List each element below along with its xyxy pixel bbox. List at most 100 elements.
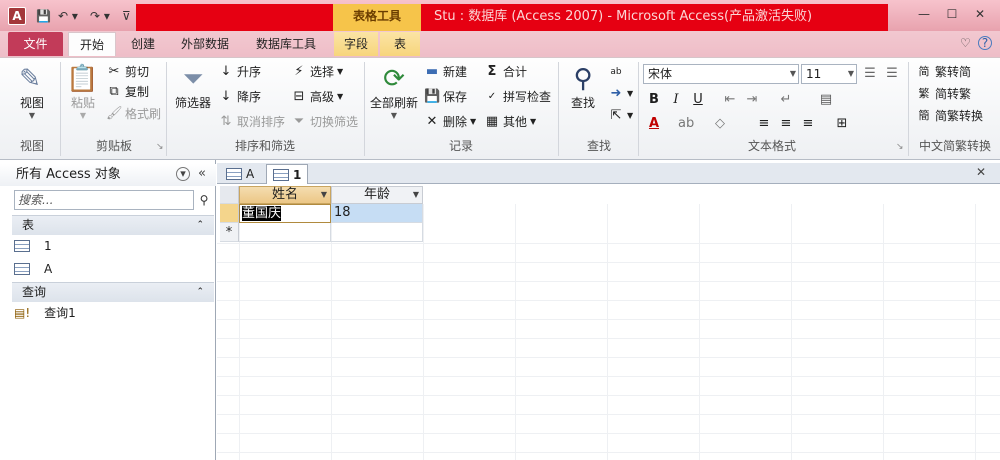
customize-qat-icon[interactable]: ⊽ (122, 8, 131, 24)
close-window-button[interactable]: ✕ (970, 6, 990, 22)
dialog-launcher-icon[interactable]: ↘ (896, 142, 904, 152)
table-cell-name[interactable]: 董国庆 (239, 204, 331, 223)
nav-search-input[interactable]: 搜索... (14, 190, 194, 210)
select-all-corner[interactable] (220, 186, 239, 204)
table-cell-age[interactable]: 18 (331, 204, 423, 223)
group-divider (908, 62, 909, 156)
paste-button[interactable]: 📋 粘贴 ▼ (66, 64, 100, 134)
new-row-cell[interactable] (239, 223, 331, 242)
doc-tab-label: 1 (293, 167, 302, 182)
more-button[interactable]: ▦ 其他 ▼ (484, 114, 536, 130)
selected-text: 董国庆 (242, 206, 282, 221)
tab-database-tools[interactable]: 数据库工具 (248, 32, 324, 56)
find-button[interactable]: ⚲ 查找 (564, 64, 602, 134)
save-icon[interactable]: 💾 (36, 8, 51, 24)
more-label: 其他 (503, 115, 528, 129)
sort-descending-button[interactable]: ↓ 降序 (218, 89, 261, 105)
tab-table[interactable]: 表 (380, 32, 420, 56)
replace-button[interactable]: ab (608, 64, 624, 80)
shutter-bar-close-icon[interactable]: « (198, 166, 206, 181)
dialog-launcher-icon[interactable]: ↘ (156, 142, 164, 152)
align-right-icon[interactable]: ≡ (800, 116, 816, 132)
minimize-button[interactable]: — (914, 6, 934, 22)
to-traditional-label: 简转繁 (935, 87, 972, 101)
chevron-down-icon: ▼ (28, 111, 36, 120)
table-grid-icon[interactable]: ⊞ (834, 116, 850, 132)
nav-item-table-1[interactable]: 1 (14, 235, 52, 257)
nav-item-table-a[interactable]: A (14, 258, 52, 280)
align-center-icon[interactable]: ≡ (778, 116, 794, 132)
tab-file[interactable]: 文件 (8, 32, 63, 56)
delete-record-button[interactable]: ✕ 删除 ▼ (424, 114, 477, 130)
record-selector[interactable] (220, 204, 239, 223)
bullet-list-icon[interactable]: ☰ (862, 66, 878, 82)
table-icon (14, 263, 30, 275)
totals-button[interactable]: Σ 合计 (484, 64, 527, 80)
convert-button[interactable]: 簡简繁转换 (916, 108, 984, 124)
selection-button[interactable]: ⚡ 选择 ▼ (291, 64, 343, 80)
search-icon[interactable]: ⚲ (196, 190, 212, 210)
remove-sort-button[interactable]: ⇅ 取消排序 (218, 114, 285, 130)
advanced-label: 高级 (310, 90, 335, 104)
underline-icon[interactable]: U (690, 92, 706, 108)
paste-label: 粘贴 (70, 96, 95, 110)
redo-icon[interactable]: ↷ ▾ (90, 8, 110, 24)
numbered-list-icon[interactable]: ☰ (884, 66, 900, 82)
new-row-cell[interactable] (331, 223, 423, 242)
to-simplified-button[interactable]: 简繁转简 (916, 64, 972, 80)
increase-indent-icon[interactable]: ⇥ (744, 92, 760, 108)
nav-item-query-1[interactable]: ▤! 查询1 (14, 302, 76, 324)
doc-tab-1[interactable]: 1 (266, 164, 309, 184)
refresh-label: 全部刷新 (369, 96, 418, 110)
save-record-button[interactable]: 💾 保存 (424, 89, 467, 105)
new-record-selector[interactable]: * (220, 223, 239, 242)
to-traditional-button[interactable]: 繁简转繁 (916, 86, 972, 102)
filter-button[interactable]: ⏷ 筛选器 (172, 64, 214, 134)
format-painter-button[interactable]: 🖌 格式刷 (106, 106, 161, 122)
nav-group-tables[interactable]: 表 ⌃ (12, 215, 214, 235)
nav-group-queries[interactable]: 查询 ⌃ (12, 282, 214, 302)
help-icon[interactable]: ? (978, 36, 992, 50)
italic-icon[interactable]: I (668, 92, 684, 108)
highlight-icon[interactable]: ab (678, 116, 694, 132)
arrow-right-icon: ➜ (610, 86, 622, 101)
gridlines-icon[interactable]: ▤ (818, 92, 834, 108)
close-document-icon[interactable]: ✕ (976, 165, 986, 179)
paragraph-direction-icon[interactable]: ↵ (778, 92, 794, 108)
maximize-button[interactable]: ☐ (942, 6, 962, 22)
doc-tab-a[interactable]: A (220, 164, 260, 184)
tab-create[interactable]: 创建 (122, 32, 164, 56)
new-record-button[interactable]: ▬ 新建 (424, 64, 467, 80)
spelling-button[interactable]: ✓ 拼写检查 (484, 89, 551, 105)
font-color-icon[interactable]: A (646, 116, 662, 132)
refresh-all-button[interactable]: ⟳ 全部刷新 ▼ (368, 64, 420, 134)
sort-ascending-button[interactable]: ↓ 升序 (218, 64, 261, 80)
font-family-select[interactable]: 宋体 ▼ (643, 64, 799, 84)
align-left-icon[interactable]: ≡ (756, 116, 772, 132)
undo-icon[interactable]: ↶ ▾ (58, 8, 78, 24)
chevron-down-icon: ▼ (79, 111, 87, 120)
advanced-button[interactable]: ⊟ 高级 ▼ (291, 89, 344, 105)
select-button[interactable]: ⇱ ▼ (608, 108, 634, 124)
toggle-filter-button[interactable]: ⏷ 切换筛选 (291, 114, 358, 130)
nav-menu-chevron-icon[interactable]: ▾ (176, 167, 190, 181)
cut-button[interactable]: ✂ 剪切 (106, 64, 149, 80)
decrease-indent-icon[interactable]: ⇤ (722, 92, 738, 108)
column-header-age[interactable]: 年龄 ▼ (331, 186, 423, 204)
goto-button[interactable]: ➜ ▼ (608, 86, 634, 102)
bold-icon[interactable]: B (646, 92, 662, 108)
tab-external-data[interactable]: 外部数据 (172, 32, 238, 56)
gridline (607, 204, 608, 460)
access-app-icon[interactable]: A (8, 7, 26, 25)
tab-fields[interactable]: 字段 (334, 32, 378, 56)
font-size-select[interactable]: 11 ▼ (801, 64, 857, 84)
view-button[interactable]: ✎ 视图 ▼ (14, 64, 50, 134)
minimize-ribbon-icon[interactable]: ♡ (960, 36, 971, 50)
copy-button[interactable]: ⧉ 复制 (106, 84, 149, 100)
fill-color-icon[interactable]: ◇ (712, 116, 728, 132)
chevron-down-icon[interactable]: ▼ (321, 187, 327, 203)
chevron-down-icon[interactable]: ▼ (413, 187, 419, 203)
chevron-down-icon: ▼ (390, 111, 398, 120)
tab-home[interactable]: 开始 (68, 32, 116, 56)
column-header-name[interactable]: 姓名 ▼ (239, 186, 331, 204)
